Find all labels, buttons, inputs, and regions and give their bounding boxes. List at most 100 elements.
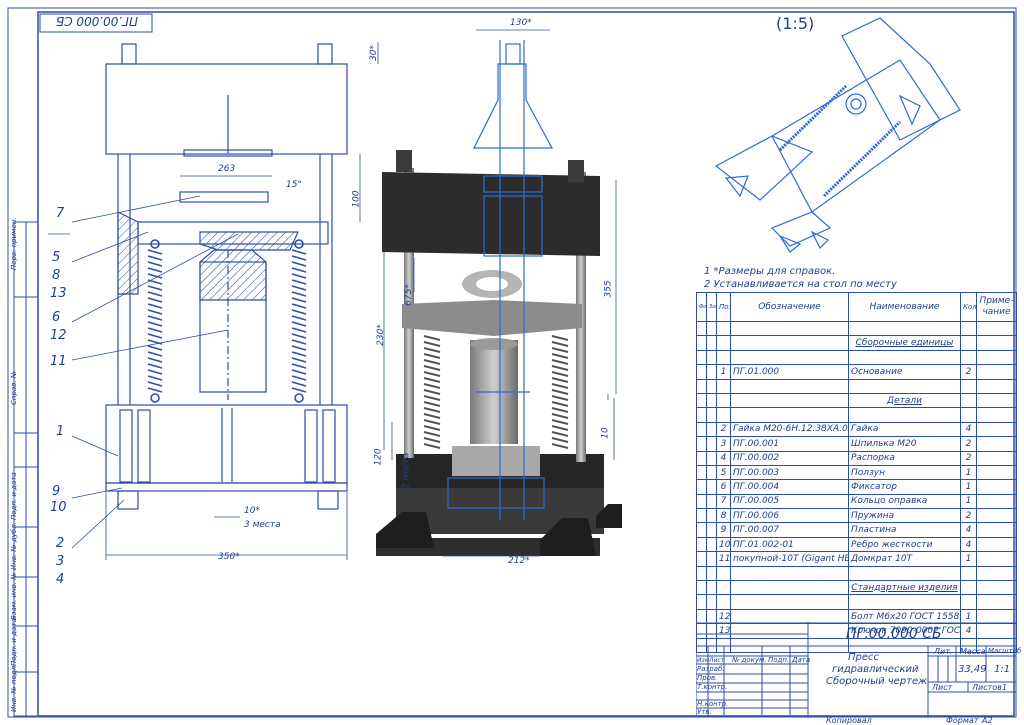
spec-cell-qty <box>960 407 977 423</box>
spec-row: 1 ПГ.01.000 Основание 2 <box>696 364 1017 380</box>
spec-cell-zone <box>706 335 717 351</box>
spec-cell-format <box>696 320 707 337</box>
spec-cell-zone <box>706 392 717 409</box>
dim-675: 675* <box>403 284 414 306</box>
spring-coil <box>291 363 307 369</box>
spring-coil <box>147 285 163 291</box>
stamp-mass-value: 33,49 <box>958 664 987 675</box>
spec-cell-designation: ПГ.00.006 <box>730 508 849 524</box>
spec-cell-zone <box>706 450 717 466</box>
spec-cell-designation <box>730 580 849 596</box>
spec-cell-format <box>696 508 707 524</box>
spec-cell-note <box>976 436 1017 452</box>
spring-coil <box>291 267 307 273</box>
callout-10: 10 <box>50 500 67 515</box>
spec-cell-format <box>696 364 707 380</box>
spring-coil <box>423 365 441 371</box>
spec-cell-name <box>848 565 961 582</box>
dim-2mesta: 2 места <box>401 452 412 490</box>
spring-coil <box>291 249 307 255</box>
spring-coil <box>291 255 307 261</box>
title-line-2: гидравлический <box>832 664 919 675</box>
spec-cell-zone <box>706 436 717 452</box>
spec-cell-zone <box>706 464 717 481</box>
copied-label: Копировал <box>826 716 872 725</box>
spec-cell-note <box>976 349 1017 366</box>
spec-cell-note <box>976 364 1017 380</box>
spec-cell-qty <box>960 320 977 337</box>
spec-row: 3 ПГ.00.001 Шпилька М20 2 <box>696 436 1017 452</box>
stamp-mass-label: Масса <box>960 647 986 656</box>
spec-cell-zone <box>706 522 717 538</box>
spring-coil <box>291 369 307 375</box>
spec-cell-section-name: Сборочные единицы <box>848 335 961 351</box>
spring-coil <box>551 419 569 425</box>
spec-cell-pos: 10 <box>716 536 731 553</box>
specification-table: Формат Зона Поз. Обозначение Наименовани… <box>696 292 1017 653</box>
spec-section-row: Стандартные изделия <box>696 580 1017 596</box>
spec-cell-name: Ползун <box>848 464 961 481</box>
dim-355: 355 <box>603 280 614 298</box>
spring-coil <box>147 309 163 315</box>
stamp-role-prov: Пров. <box>697 674 718 682</box>
strip-label-vzam: Взам. инв. № <box>10 572 18 620</box>
spec-cell-pos: 3 <box>716 436 731 452</box>
spec-cell-qty: 2 <box>960 450 977 466</box>
spring-coil <box>291 315 307 321</box>
stamp-sheets-label: Листов <box>972 683 1002 692</box>
callout-2: 2 <box>56 536 65 551</box>
spring-coil <box>291 297 307 303</box>
spring-coil <box>291 351 307 357</box>
spring-coil <box>423 377 441 383</box>
spring-coil <box>291 345 307 351</box>
spring-coil <box>423 341 441 347</box>
dim-212: 212* <box>508 556 530 566</box>
spring-coil <box>423 443 441 449</box>
spring-coil <box>551 335 569 341</box>
spec-cell-name: Пластина <box>848 522 961 538</box>
spec-cell-pos: 8 <box>716 508 731 524</box>
spec-cell-format <box>696 522 707 538</box>
spec-cell-designation <box>730 335 849 351</box>
spring-coil <box>551 443 569 449</box>
spring-coil <box>423 371 441 377</box>
strip-label-perv: Перв. примен. <box>10 217 18 270</box>
spec-cell-designation: ПГ.00.003 <box>730 464 849 481</box>
spec-header-row: Формат Зона Поз. Обозначение Наименовани… <box>696 292 1017 322</box>
spring-coil <box>291 291 307 297</box>
spec-row: 7 ПГ.00.005 Кольцо оправка 1 <box>696 493 1017 510</box>
callout-9: 9 <box>52 484 61 499</box>
spec-blank-row <box>696 565 1017 582</box>
spec-row: 8 ПГ.00.006 Пружина 2 <box>696 508 1017 524</box>
spring-coil <box>423 425 441 431</box>
spec-cell-name: Кольцо оправка <box>848 493 961 510</box>
spec-cell-pos: 11 <box>716 551 731 567</box>
spring-coil <box>291 303 307 309</box>
spring-coil <box>291 339 307 345</box>
spec-cell-format <box>696 464 707 481</box>
spring-coil <box>551 365 569 371</box>
spec-cell-note <box>976 392 1017 409</box>
spec-row: 2Гайка М20-6Н.12.38ХА.0212 ГОСТ 15525-70… <box>696 421 1017 438</box>
spec-cell-zone <box>706 508 717 524</box>
spec-cell-designation: ПГ.01.000 <box>730 364 849 380</box>
spec-cell-pos <box>716 392 731 409</box>
spec-cell-designation: ПГ.01.002-01 <box>730 536 849 553</box>
spring-coil <box>147 273 163 279</box>
spec-cell-pos: 1 <box>716 364 731 380</box>
spec-cell-zone <box>706 493 717 510</box>
spec-cell-pos <box>716 580 731 596</box>
callout-12: 12 <box>50 328 67 343</box>
scale-label: (1:5) <box>776 14 815 33</box>
spec-cell-name: Фиксатор <box>848 479 961 495</box>
front-view <box>105 43 348 510</box>
spec-cell-note <box>976 450 1017 466</box>
stamp-role-tkontr: Т.контр. <box>697 683 728 691</box>
spec-header-zone: Зона <box>706 292 717 322</box>
spring-coil <box>291 381 307 387</box>
spec-cell-pos: 2 <box>716 421 731 438</box>
callout-8: 8 <box>52 268 61 283</box>
spec-cell-format <box>696 335 707 351</box>
spec-cell-qty <box>960 594 977 610</box>
spring-coil <box>423 359 441 365</box>
